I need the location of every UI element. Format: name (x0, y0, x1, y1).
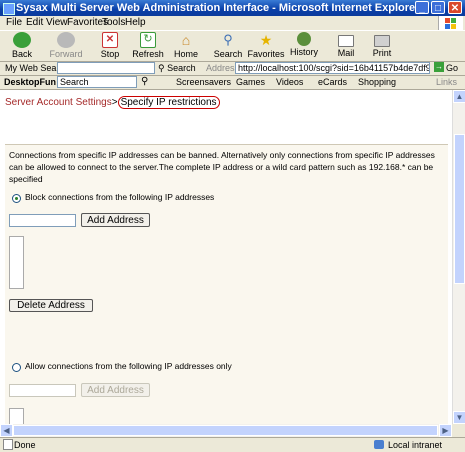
status-text: Done (14, 440, 36, 450)
close-button[interactable]: ✕ (448, 1, 462, 14)
status-bar: Done Local intranet (0, 437, 465, 452)
refresh-button[interactable]: ↻ Refresh (128, 32, 168, 60)
menu-tools[interactable]: Tools (102, 17, 125, 28)
mail-button[interactable]: Mail (326, 32, 366, 60)
mail-icon (338, 35, 354, 47)
page-done-icon (3, 439, 13, 450)
forward-arrow-icon (57, 32, 75, 48)
back-arrow-icon (13, 32, 31, 48)
breadcrumb-separator: > (111, 97, 118, 108)
allow-ip-input[interactable] (9, 384, 76, 397)
forward-button[interactable]: Forward (46, 32, 86, 60)
menu-file[interactable]: File (6, 17, 22, 28)
links-label[interactable]: Links (436, 77, 457, 87)
allowed-ip-listbox[interactable] (9, 408, 24, 424)
search-address-bar: My Web Search ⚲ Search Address http://lo… (0, 61, 465, 76)
desktopfun-toolbar: DesktopFun Search ⚲ Screensavers Games V… (0, 75, 465, 90)
go-button[interactable]: Go (446, 63, 458, 73)
go-arrow-icon[interactable]: → (434, 62, 444, 72)
local-intranet-icon (374, 440, 384, 449)
menu-edit[interactable]: Edit (26, 17, 43, 28)
menu-bar: File Edit View Favorites Tools Help (0, 16, 465, 30)
block-label: Block connections from the following IP … (25, 192, 215, 202)
breadcrumb-server-account-settings[interactable]: Server Account Settings (5, 97, 112, 108)
standard-toolbar: Back Forward ✕ Stop ↻ Refresh ⌂ Home ⚲ S… (0, 30, 465, 62)
my-web-search-input[interactable] (57, 62, 155, 74)
scroll-left-icon[interactable]: ◀ (0, 424, 13, 437)
history-icon (297, 32, 311, 46)
printer-icon (374, 35, 390, 47)
home-button[interactable]: ⌂ Home (166, 32, 206, 60)
block-radio[interactable] (12, 194, 21, 203)
stop-button[interactable]: ✕ Stop (90, 32, 130, 60)
history-button[interactable]: History (284, 32, 324, 60)
horizontal-scrollbar[interactable]: ◀ ▶ (0, 424, 452, 437)
maximize-button[interactable]: □ (431, 1, 445, 14)
windows-logo-icon (438, 16, 463, 30)
address-input[interactable]: http://localhost:100/scgi?sid=16b41157b4… (235, 62, 430, 74)
menu-help[interactable]: Help (125, 17, 146, 28)
shopping-link[interactable]: Shopping (358, 77, 396, 87)
games-link[interactable]: Games (236, 77, 265, 87)
blocked-ip-listbox[interactable] (9, 236, 24, 289)
my-web-search-button-label: Search (167, 63, 196, 73)
my-web-search-button[interactable]: ⚲ Search (158, 63, 196, 74)
window-title: Sysax Multi Server Web Administration In… (16, 2, 420, 14)
star-icon: ★ (259, 32, 273, 48)
ecards-link[interactable]: eCards (318, 77, 347, 87)
desktopfun-search-input[interactable]: Search (57, 76, 137, 88)
scroll-right-icon[interactable]: ▶ (439, 424, 452, 437)
description-text: Connections from specific IP addresses c… (9, 150, 435, 184)
block-ip-input[interactable] (9, 214, 76, 227)
search-button[interactable]: ⚲ Search (208, 32, 248, 60)
zone-text: Local intranet (388, 440, 443, 450)
menu-view[interactable]: View (46, 17, 68, 28)
search-icon: ⚲ (223, 32, 233, 47)
page-content: Server Account Settings> Specify IP restr… (0, 90, 452, 424)
refresh-icon: ↻ (140, 32, 156, 48)
title-bar: Sysax Multi Server Web Administration In… (0, 0, 465, 16)
print-button[interactable]: Print (362, 32, 402, 60)
minimize-button[interactable]: _ (415, 1, 429, 14)
vertical-scrollbar[interactable]: ▲ ▼ (452, 90, 465, 424)
breadcrumb: Server Account Settings> Specify IP restr… (5, 96, 220, 109)
scroll-down-icon[interactable]: ▼ (453, 411, 465, 424)
add-address-disabled-button[interactable]: Add Address (81, 383, 150, 397)
desktopfun-search-icon[interactable]: ⚲ (141, 76, 148, 87)
horizontal-scroll-thumb[interactable] (13, 425, 438, 436)
home-icon: ⌂ (181, 32, 191, 48)
breadcrumb-current: Specify IP restrictions (117, 96, 220, 109)
add-address-button[interactable]: Add Address (81, 213, 150, 227)
screensavers-link[interactable]: Screensavers (176, 77, 231, 87)
ip-restrictions-panel: Connections from specific IP addresses c… (5, 144, 448, 424)
ie-app-icon (3, 3, 15, 15)
delete-address-button[interactable]: Delete Address (9, 299, 93, 312)
scroll-up-icon[interactable]: ▲ (453, 90, 465, 103)
vertical-scroll-thumb[interactable] (454, 134, 465, 284)
favorites-button[interactable]: ★ Favorites (246, 32, 286, 60)
desktopfun-brand: DesktopFun (4, 77, 57, 87)
videos-link[interactable]: Videos (276, 77, 303, 87)
stop-icon: ✕ (102, 32, 118, 48)
allow-label: Allow connections from the following IP … (25, 361, 232, 371)
back-button[interactable]: Back (2, 32, 42, 60)
allow-radio[interactable] (12, 363, 21, 372)
